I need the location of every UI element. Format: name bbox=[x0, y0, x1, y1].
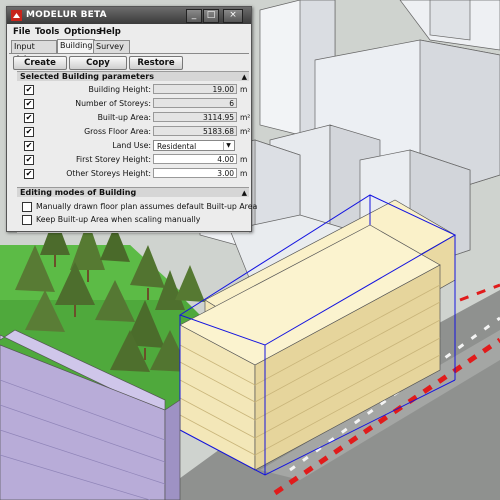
unit: m bbox=[240, 85, 248, 94]
other-storeys-height-input[interactable]: 3.00 bbox=[153, 168, 237, 178]
param-label: Number of Storeys: bbox=[75, 99, 151, 108]
collapse-icon: ▲ bbox=[241, 73, 247, 81]
close-button[interactable]: × bbox=[223, 9, 243, 23]
checkbox[interactable] bbox=[22, 215, 32, 225]
copy-button[interactable]: Copy bbox=[69, 56, 127, 70]
first-storey-height-input[interactable]: 4.00 bbox=[153, 154, 237, 164]
param-label: First Storey Height: bbox=[76, 155, 151, 164]
unit: m bbox=[240, 169, 248, 178]
unit: m² bbox=[240, 113, 251, 122]
menu-options[interactable]: Options bbox=[64, 27, 101, 37]
builtup-area-input[interactable]: 3114.95 bbox=[153, 112, 237, 122]
checkbox[interactable]: ✔ bbox=[24, 127, 34, 137]
unit: m bbox=[240, 155, 248, 164]
tab-divider bbox=[9, 53, 249, 54]
selected-value: Residental bbox=[157, 142, 197, 151]
param-other-storeys-height: ✔ Other Storeys Height: 3.00 m bbox=[17, 167, 249, 181]
tab-survey[interactable]: Survey bbox=[93, 40, 130, 53]
option-default-builtup-area[interactable]: Manually drawn floor plan assumes defaul… bbox=[20, 200, 257, 212]
menu-tools[interactable]: Tools bbox=[35, 27, 59, 37]
title-bar[interactable]: MODELUR BETA _ □ × bbox=[7, 7, 251, 24]
param-number-of-storeys: ✔ Number of Storeys: 6 bbox=[17, 97, 249, 111]
section-building-parameters[interactable]: Selected Building parameters ▲ bbox=[17, 71, 249, 81]
param-land-use: ✔ Land Use: Residental ▼ bbox=[17, 139, 249, 153]
collapse-icon: ▲ bbox=[241, 189, 247, 197]
param-first-storey-height: ✔ First Storey Height: 4.00 m bbox=[17, 153, 249, 167]
param-label: Other Storeys Height: bbox=[66, 169, 151, 178]
window-title: MODELUR BETA bbox=[26, 10, 107, 20]
option-keep-builtup-area[interactable]: Keep Built-up Area when scaling manually bbox=[20, 213, 248, 225]
unit: m² bbox=[240, 127, 251, 136]
param-builtup-area: ✔ Built-up Area: 3114.95 m² bbox=[17, 111, 251, 125]
checkbox[interactable]: ✔ bbox=[24, 113, 34, 123]
building-height-input[interactable]: 19.00 bbox=[153, 84, 237, 94]
menu-help[interactable]: Help bbox=[99, 27, 121, 37]
panel-divider bbox=[17, 232, 249, 233]
param-label: Gross Floor Area: bbox=[84, 127, 151, 136]
create-button[interactable]: Create bbox=[13, 56, 67, 70]
chevron-down-icon[interactable]: ▼ bbox=[223, 142, 233, 150]
section-title: Editing modes of Building bbox=[20, 188, 137, 197]
param-label: Building Height: bbox=[88, 85, 151, 94]
param-label: Built-up Area: bbox=[97, 113, 151, 122]
restore-button[interactable]: Restore bbox=[129, 56, 183, 70]
checkbox[interactable]: ✔ bbox=[24, 169, 34, 179]
param-label: Land Use: bbox=[112, 141, 151, 150]
section-editing-modes[interactable]: Editing modes of Building ▲ bbox=[17, 187, 249, 197]
maximize-button[interactable]: □ bbox=[203, 9, 219, 23]
land-use-select[interactable]: Residental ▼ bbox=[153, 140, 235, 151]
checkbox[interactable]: ✔ bbox=[24, 155, 34, 165]
param-gross-floor-area: ✔ Gross Floor Area: 5183.68 m² bbox=[17, 125, 251, 139]
tab-input-data[interactable]: Input data bbox=[11, 40, 57, 63]
option-label: Keep Built-up Area when scaling manually bbox=[36, 215, 201, 224]
option-label: Manually drawn floor plan assumes defaul… bbox=[36, 202, 258, 211]
storeys-input[interactable]: 6 bbox=[153, 98, 237, 108]
param-building-height: ✔ Building Height: 19.00 m bbox=[17, 83, 249, 97]
modelur-panel: MODELUR BETA _ □ × File Tools Options He… bbox=[6, 6, 257, 233]
app-logo-icon bbox=[11, 10, 22, 21]
minimize-button[interactable]: _ bbox=[186, 9, 202, 23]
checkbox[interactable]: ✔ bbox=[24, 141, 34, 151]
tab-building[interactable]: Building bbox=[57, 39, 95, 54]
checkbox[interactable] bbox=[22, 202, 32, 212]
menu-file[interactable]: File bbox=[13, 27, 30, 37]
gross-floor-area-input[interactable]: 5183.68 bbox=[153, 126, 237, 136]
checkbox[interactable]: ✔ bbox=[24, 99, 34, 109]
menu-bar: File Tools Options Help bbox=[7, 25, 251, 39]
checkbox[interactable]: ✔ bbox=[24, 85, 34, 95]
section-title: Selected Building parameters bbox=[20, 72, 154, 81]
